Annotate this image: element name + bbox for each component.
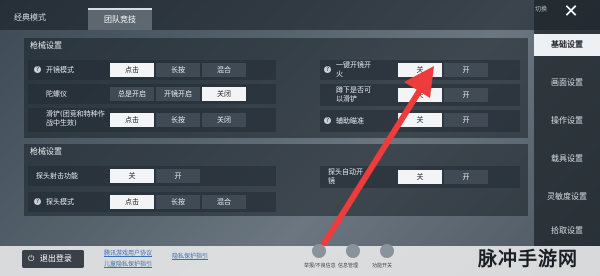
sidebar-item-controls[interactable]: 操作设置 [534, 110, 600, 132]
row-label: 探头模式 [46, 198, 74, 206]
option-button[interactable]: 开 [156, 169, 200, 183]
tab-team[interactable]: 团队竞技 [88, 8, 152, 30]
option-button[interactable]: 点击 [110, 195, 154, 209]
toggle-icon[interactable] [380, 244, 394, 258]
top-right-label: 切换 [535, 6, 548, 13]
option-button[interactable]: 关 [110, 169, 154, 183]
help-icon[interactable]: ? [34, 198, 41, 205]
option-button[interactable]: 混合 [202, 63, 246, 77]
option-button[interactable]: 长按 [156, 113, 200, 127]
logout-button[interactable]: ⏻ 退出登录 [22, 250, 84, 268]
section-title: 枪械设置 [30, 147, 62, 156]
option-button[interactable]: 开 [444, 113, 488, 127]
option-button[interactable]: 开 [444, 63, 488, 77]
row-label: 滑铲(团竞和特种作战中生效) [46, 110, 105, 127]
row-label: 开镜模式 [46, 66, 74, 74]
logout-label: 退出登录 [39, 254, 72, 263]
icon-label: 信息管理 [338, 263, 359, 269]
sidebar-item-graphics[interactable]: 画面设置 [534, 72, 600, 94]
tab-classic[interactable]: 经典模式 [0, 8, 60, 28]
row-label: 陀螺仪 [46, 90, 67, 98]
sidebar-item-pickup[interactable]: 拾取设置 [534, 220, 600, 242]
link-privacy[interactable]: 隐私保护指引 [172, 251, 208, 260]
sidebar-item-basic[interactable]: 基础设置 [534, 34, 600, 56]
section-title: 枪械设置 [30, 41, 62, 50]
option-button[interactable]: 开 [444, 170, 488, 184]
sidebar-item-sensitivity[interactable]: 灵敏度设置 [534, 186, 600, 208]
option-button[interactable]: 长按 [156, 63, 200, 77]
option-button[interactable]: 点击 [110, 63, 154, 77]
arrow-annotation-icon [317, 66, 434, 253]
option-button[interactable]: 点击 [110, 113, 154, 127]
icon-label: 举报/不良信息 [304, 263, 336, 269]
option-button[interactable]: 关闭 [202, 113, 246, 127]
logout-icon: ⏻ [28, 254, 35, 263]
option-button[interactable]: 长按 [156, 195, 200, 209]
option-button[interactable]: 总是开启 [110, 87, 154, 101]
option-button[interactable]: 开镜开启 [156, 87, 200, 101]
report-icon[interactable] [312, 244, 326, 258]
option-button[interactable]: 混合 [202, 195, 246, 209]
option-button[interactable]: 开 [444, 88, 488, 102]
option-button[interactable]: 关闭 [202, 87, 246, 101]
row-label: 探头射击功能 [36, 172, 78, 180]
link-child-privacy[interactable]: 儿童隐私保护指引 [104, 259, 152, 268]
sidebar-item-vehicle[interactable]: 载具设置 [534, 148, 600, 170]
icon-label: 功能开关 [372, 263, 393, 269]
watermark: 脉冲手游网 [478, 248, 579, 270]
info-icon[interactable] [346, 244, 360, 258]
close-icon[interactable]: ✕ [556, 0, 586, 24]
help-icon[interactable]: ? [34, 66, 41, 73]
link-user-agreement[interactable]: 腾讯游戏用户协议 [104, 248, 152, 257]
